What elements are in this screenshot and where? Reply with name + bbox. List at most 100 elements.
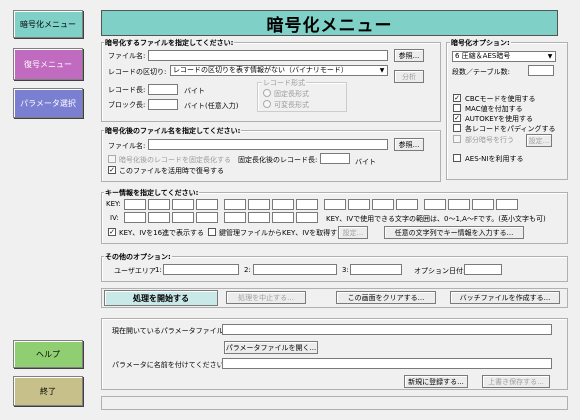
key-hex-box[interactable]	[224, 199, 246, 210]
user-area-1-field[interactable]	[163, 264, 239, 275]
analyze-button[interactable]: 分析	[394, 70, 424, 83]
key-info-title: キー情報を指定してください:	[104, 188, 200, 198]
key-hex-box[interactable]	[448, 199, 470, 210]
key-hex-box[interactable]	[424, 199, 446, 210]
encrypt-options-title: 暗号化オプション:	[450, 38, 511, 48]
nav-exit[interactable]: 終了	[13, 376, 83, 406]
user-area-3-label: 3:	[342, 266, 349, 274]
iv-hex-box[interactable]	[172, 212, 194, 223]
record-len-label: レコード長:	[108, 86, 146, 94]
aesni-checkbox[interactable]	[453, 154, 461, 162]
fixed-len-check-label: 暗号化後のレコードを固定長化する	[119, 156, 231, 164]
fixed-format-label: 固定長形式	[274, 90, 309, 98]
output-filename-label: ファイル名:	[108, 142, 146, 150]
iv-label: IV:	[110, 214, 119, 222]
user-area-2-label: 2:	[244, 266, 251, 274]
autokey-checkbox[interactable]: ✓	[453, 114, 461, 122]
iv-hex-box[interactable]	[224, 212, 246, 223]
cycles-label: 段数／テーブル数:	[452, 68, 510, 76]
arbitrary-key-button[interactable]: 任意の文字列でキー情報を入力する...	[384, 226, 524, 239]
input-filename-field[interactable]	[148, 50, 388, 61]
page-title: 暗号化メニュー	[101, 10, 558, 36]
key-hex-box[interactable]	[348, 199, 370, 210]
iv-hex-box[interactable]	[148, 212, 170, 223]
start-process-button[interactable]: 処理を開始する	[104, 290, 218, 306]
key-hex-box[interactable]	[124, 199, 146, 210]
fixed-len-record-label: 固定長化後のレコード長:	[238, 156, 318, 164]
cbc-checkbox[interactable]: ✓	[453, 94, 461, 102]
key-mgmt-label: 鍵管理ファイルからKEY、IVを取得する	[219, 229, 345, 237]
key-hex-box[interactable]	[148, 199, 170, 210]
option-date-label: オプション日付:	[414, 267, 466, 275]
record-sep-label: レコードの区切り:	[108, 68, 167, 76]
current-param-field[interactable]	[222, 324, 552, 335]
key-hex-box[interactable]	[172, 199, 194, 210]
block-len-field[interactable]	[148, 99, 178, 110]
partial-settings-button[interactable]: 設定...	[526, 134, 552, 147]
record-len-unit: バイト	[184, 87, 205, 95]
fixed-format-radio[interactable]	[263, 89, 271, 97]
input-browse-button[interactable]: 参照...	[394, 49, 424, 62]
key-hex-box[interactable]	[372, 199, 394, 210]
output-filename-field[interactable]	[148, 139, 388, 150]
record-sep-dropdown[interactable]: レコードの区切りを表す情報がない（バイナリモード） ▼	[170, 65, 388, 76]
key-settings-button[interactable]: 設定...	[338, 226, 368, 239]
iv-hex-box[interactable]	[272, 212, 294, 223]
block-len-unit: バイト(任意入力)	[184, 102, 239, 110]
key-hex-box[interactable]	[296, 199, 318, 210]
user-area-3-field[interactable]	[350, 264, 402, 275]
open-param-button[interactable]: パラメータファイルを開く...	[224, 341, 318, 354]
cancel-process-button[interactable]: 処理を中止する...	[226, 291, 306, 304]
padding-label: 各レコードをパディングする	[465, 125, 556, 133]
key-hex-box[interactable]	[196, 199, 218, 210]
mac-checkbox[interactable]	[453, 104, 461, 112]
fixed-len-checkbox[interactable]	[108, 155, 116, 163]
record-sep-value: レコードの区切りを表す情報がない（バイナリモード）	[173, 66, 348, 74]
register-new-button[interactable]: 新規に登録する...	[404, 375, 468, 388]
overwrite-save-button[interactable]: 上書き保存する...	[482, 375, 550, 388]
algorithm-dropdown[interactable]: 6 圧縮＆AES暗号 ▼	[452, 51, 556, 62]
nav-decrypt-menu[interactable]: 復号メニュー	[13, 48, 83, 80]
save-name-label: パラメータに名前を付けてください:	[112, 361, 226, 369]
mac-label: MAC値を付加する	[465, 105, 523, 113]
padding-checkbox[interactable]	[453, 124, 461, 132]
input-file-group-title: 暗号化するファイルを指定してください:	[104, 38, 235, 48]
nav-param-select[interactable]: パラメータ選択	[13, 88, 83, 118]
record-len-field[interactable]	[148, 84, 178, 95]
key-hex-box[interactable]	[396, 199, 418, 210]
variable-format-radio[interactable]	[263, 100, 271, 108]
hex-display-checkbox[interactable]: ✓	[108, 228, 116, 236]
algorithm-value: 6 圧縮＆AES暗号	[455, 52, 511, 60]
hex-display-label: KEY、IVを16進で表示する	[119, 229, 205, 237]
iv-hex-box[interactable]	[296, 212, 318, 223]
key-hex-box[interactable]	[324, 199, 346, 210]
cycles-field[interactable]	[528, 65, 554, 76]
record-format-title: レコード形式	[262, 78, 306, 88]
current-param-label: 現在開いているパラメータファイル:	[112, 327, 226, 335]
key-hex-box[interactable]	[248, 199, 270, 210]
key-hex-box[interactable]	[272, 199, 294, 210]
iv-hex-box[interactable]	[124, 212, 146, 223]
iv-hex-box[interactable]	[196, 212, 218, 223]
iv-hex-box[interactable]	[248, 212, 270, 223]
nav-encrypt-menu[interactable]: 暗号化メニュー	[13, 10, 83, 38]
option-date-field[interactable]	[464, 264, 502, 275]
chevron-down-icon: ▼	[547, 53, 553, 60]
batch-file-button[interactable]: バッチファイルを作成する...	[450, 291, 560, 304]
user-area-2-field[interactable]	[253, 264, 337, 275]
key-mgmt-checkbox[interactable]	[208, 228, 216, 236]
partial-checkbox[interactable]	[453, 135, 461, 143]
clear-screen-button[interactable]: この画面をクリアする...	[336, 291, 436, 304]
overwrite-checkbox[interactable]: ✓	[108, 166, 116, 174]
block-len-label: ブロック長:	[108, 101, 146, 109]
nav-help[interactable]: ヘルプ	[13, 340, 83, 368]
key-hex-box[interactable]	[496, 199, 518, 210]
save-name-field[interactable]	[222, 358, 552, 369]
key-hex-box[interactable]	[472, 199, 494, 210]
output-browse-button[interactable]: 参照...	[394, 138, 424, 151]
other-options-title: その他のオプション:	[104, 252, 172, 262]
partial-label: 部分暗号を行う	[465, 136, 514, 144]
fixed-len-field[interactable]	[320, 153, 350, 164]
status-strip	[101, 396, 568, 410]
chevron-down-icon: ▼	[379, 67, 385, 74]
